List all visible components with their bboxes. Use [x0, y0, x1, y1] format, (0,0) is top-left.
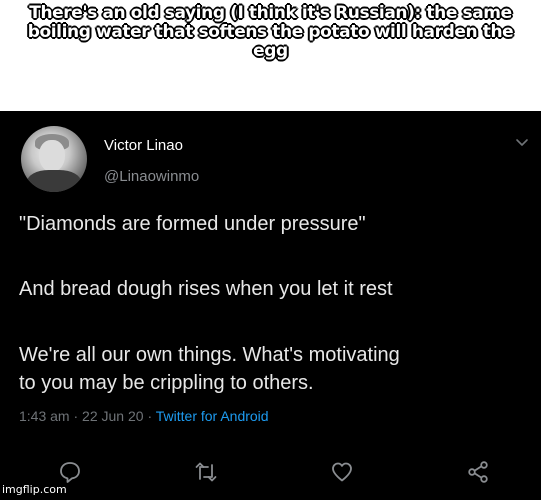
- chevron-down-icon[interactable]: [515, 138, 529, 148]
- reply-icon[interactable]: [58, 460, 82, 484]
- avatar-face: [39, 140, 65, 172]
- share-icon[interactable]: [466, 460, 490, 484]
- retweet-icon[interactable]: [194, 460, 218, 484]
- avatar[interactable]: [21, 126, 87, 192]
- caption-line-3: egg: [253, 41, 288, 61]
- watermark: imgflip.com: [2, 483, 67, 496]
- tweet-meta: 1:43 am · 22 Jun 20 · Twitter for Androi…: [19, 408, 269, 424]
- meme-caption: There's an old saying (I think it's Russ…: [0, 4, 541, 61]
- avatar-body: [27, 170, 81, 192]
- meta-separator: ·: [147, 408, 153, 424]
- tweet-source-link[interactable]: Twitter for Android: [156, 408, 269, 424]
- tweet-card: Victor Linao @Linaowinmo "Diamonds are f…: [0, 111, 541, 500]
- tweet-date[interactable]: 22 Jun 20: [82, 408, 144, 424]
- tweet-text-line: We're all our own things. What's motivat…: [19, 344, 400, 366]
- meta-separator: ·: [73, 408, 79, 424]
- tweet-time[interactable]: 1:43 am: [19, 408, 70, 424]
- caption-line-2: boiling water that softens the potato wi…: [27, 22, 514, 42]
- heart-icon[interactable]: [330, 460, 354, 484]
- tweet-text-line: And bread dough rises when you let it re…: [19, 278, 393, 300]
- author-name[interactable]: Victor Linao: [104, 137, 183, 154]
- tweet-text-line: "Diamonds are formed under pressure": [19, 213, 366, 235]
- tweet-text-line: to you may be crippling to others.: [19, 372, 314, 394]
- caption-line-1: There's an old saying (I think it's Russ…: [29, 3, 512, 23]
- author-handle[interactable]: @Linaowinmo: [104, 168, 199, 185]
